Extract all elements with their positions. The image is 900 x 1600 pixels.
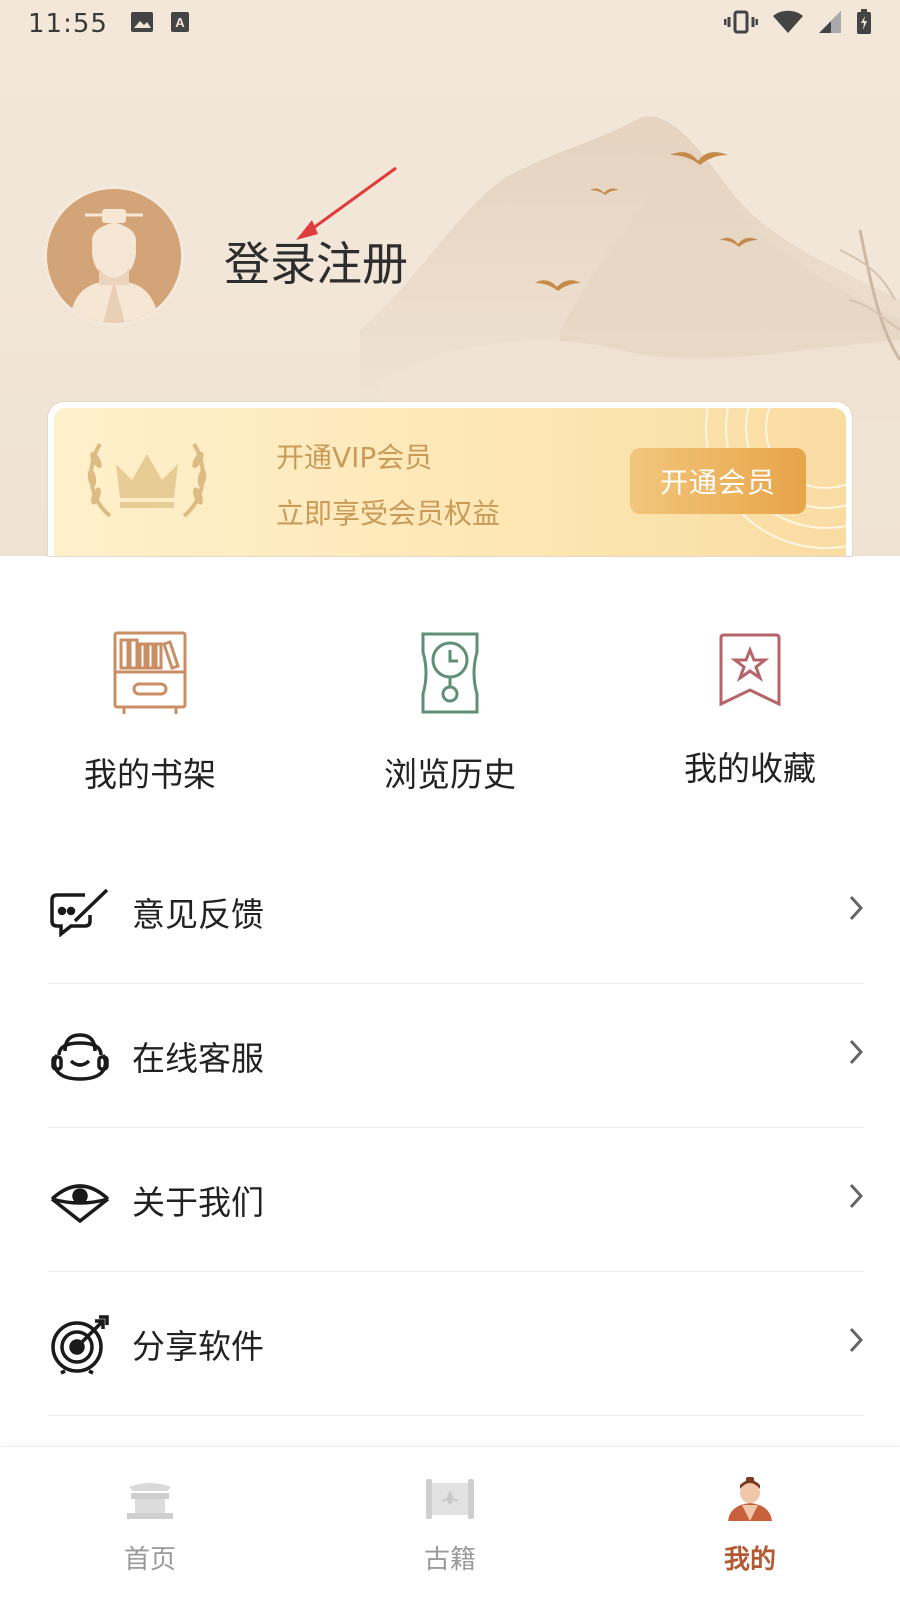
menu-item-about-us[interactable]: 关于我们 — [48, 1128, 864, 1272]
tab-mine[interactable]: 我的 — [600, 1447, 900, 1600]
tab-ancient-books[interactable]: 古籍 — [300, 1447, 600, 1600]
chevron-right-icon — [848, 1326, 864, 1362]
about-us-label: 关于我们 — [132, 1182, 264, 1222]
feedback-icon — [48, 880, 112, 944]
svg-text:A: A — [175, 15, 185, 30]
history-label: 浏览历史 — [384, 755, 516, 794]
open-vip-button[interactable]: 开通会员 — [630, 448, 806, 514]
laurel-crown-icon — [82, 436, 212, 526]
favorites-label: 我的收藏 — [684, 749, 816, 788]
history-clock-icon — [410, 630, 490, 716]
status-time: 11:55 — [28, 9, 108, 39]
target-arrow-icon — [48, 1312, 112, 1376]
bookshelf-label: 我的书架 — [84, 755, 216, 794]
chevron-right-icon — [848, 1038, 864, 1074]
tab-mine-label: 我的 — [723, 1545, 776, 1575]
tab-home-label: 首页 — [123, 1545, 176, 1575]
menu-item-customer-service[interactable]: 在线客服 — [48, 984, 864, 1128]
signal-icon — [818, 10, 842, 38]
vip-subtitle: 立即享受会员权益 — [276, 497, 501, 530]
vibrate-icon — [723, 10, 759, 38]
feedback-label: 意见反馈 — [132, 894, 264, 934]
scroll-icon — [424, 1477, 476, 1525]
customer-service-label: 在线客服 — [132, 1038, 264, 1078]
customer-service-icon — [48, 1024, 112, 1088]
login-register-link[interactable]: 登录注册 — [224, 228, 408, 294]
bookshelf-entry[interactable]: 我的书架 — [0, 630, 300, 794]
quick-actions: 我的书架 浏览历史 我的收藏 — [0, 630, 900, 794]
chevron-right-icon — [848, 1182, 864, 1218]
avatar[interactable] — [44, 186, 184, 326]
history-entry[interactable]: 浏览历史 — [300, 630, 600, 794]
sage-avatar-icon — [47, 189, 181, 323]
menu-item-share-app[interactable]: 分享软件 — [48, 1272, 864, 1416]
bottom-nav: 首页 古籍 我的 — [0, 1446, 900, 1600]
favorites-entry[interactable]: 我的收藏 — [600, 630, 900, 790]
fan-eye-icon — [48, 1168, 112, 1232]
home-pavilion-icon — [125, 1477, 175, 1525]
font-a-icon: A — [170, 11, 190, 37]
bookshelf-icon — [110, 630, 190, 716]
tab-home[interactable]: 首页 — [0, 1447, 300, 1600]
star-bookmark-icon — [710, 630, 790, 710]
profile-person-icon — [724, 1477, 776, 1525]
wifi-icon — [772, 10, 804, 38]
settings-menu: 意见反馈 在线客服 关于我们 分享软件 — [48, 840, 864, 1416]
battery-icon — [856, 9, 872, 39]
menu-item-feedback[interactable]: 意见反馈 — [48, 840, 864, 984]
status-bar: 11:55 A — [0, 0, 900, 48]
chevron-right-icon — [848, 894, 864, 930]
share-app-label: 分享软件 — [132, 1326, 264, 1366]
image-icon — [130, 11, 154, 37]
vip-card[interactable]: 开通VIP会员 立即享受会员权益 开通会员 — [48, 402, 852, 556]
tab-ancient-books-label: 古籍 — [423, 1545, 476, 1575]
vip-title: 开通VIP会员 — [276, 441, 433, 474]
